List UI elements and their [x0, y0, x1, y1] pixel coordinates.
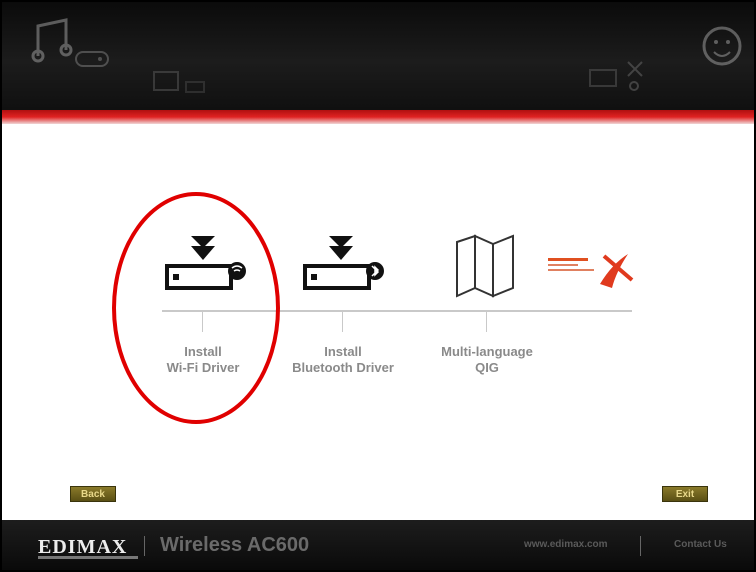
- folder-icon: [153, 71, 205, 93]
- footer-divider: [640, 536, 641, 556]
- install-bluetooth-driver-option[interactable]: [286, 234, 396, 309]
- qig-label: Multi-language QIG: [441, 344, 533, 375]
- gamepad-icon: [75, 51, 109, 67]
- accent-stripe: [2, 110, 754, 124]
- bluetooth-driver-download-icon: [303, 236, 384, 290]
- timeline-tick: [342, 312, 343, 332]
- footer-divider: [144, 536, 145, 556]
- bluetooth-driver-label: Install Bluetooth Driver: [292, 344, 394, 375]
- main-panel: Install Wi-Fi Driver Install Bluetooth D…: [2, 124, 754, 520]
- website-link[interactable]: www.edimax.com: [524, 539, 608, 550]
- tools-icon: [589, 61, 643, 91]
- installer-window: Install Wi-Fi Driver Install Bluetooth D…: [0, 0, 756, 572]
- folded-map-icon: [456, 234, 514, 298]
- back-button[interactable]: Back: [70, 486, 116, 502]
- contact-us-link[interactable]: Contact Us: [674, 539, 727, 550]
- multi-language-qig-option[interactable]: [432, 234, 542, 309]
- music-note-icon: [31, 18, 73, 63]
- smiley-icon: [702, 26, 742, 66]
- product-name: Wireless AC600: [160, 534, 310, 556]
- header-banner: [2, 2, 754, 110]
- adobe-reader-option[interactable]: [542, 234, 642, 309]
- timeline-tick: [486, 312, 487, 332]
- exit-button[interactable]: Exit: [662, 486, 708, 502]
- adobe-reader-icon: [548, 254, 634, 288]
- footer-bar: EDIMAX Wireless AC600 www.edimax.com Con…: [2, 520, 754, 570]
- logo-tagline-bar: [38, 556, 138, 559]
- highlight-circle: [112, 192, 280, 424]
